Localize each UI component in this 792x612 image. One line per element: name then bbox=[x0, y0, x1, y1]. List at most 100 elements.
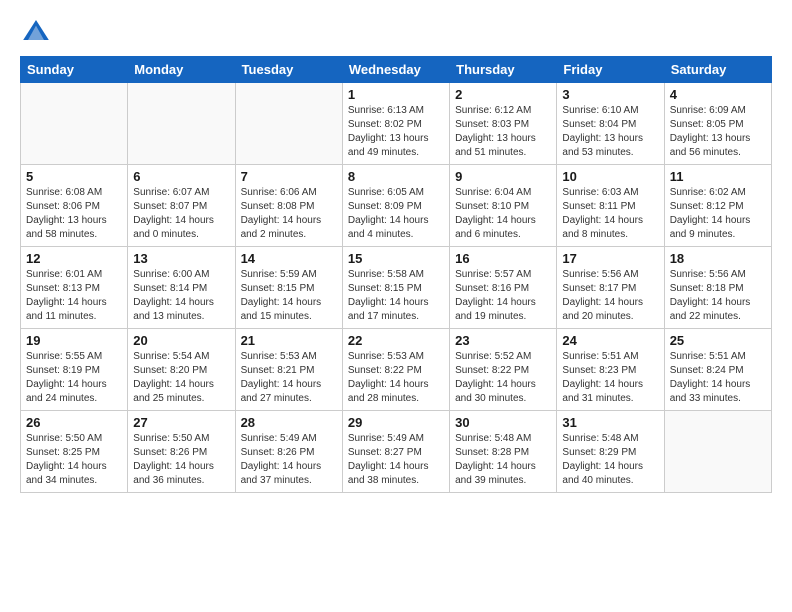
calendar-day-cell: 5 Sunrise: 6:08 AM Sunset: 8:06 PM Daylig… bbox=[21, 165, 128, 247]
calendar-week-row: 5 Sunrise: 6:08 AM Sunset: 8:06 PM Daylig… bbox=[21, 165, 772, 247]
day-info: Sunrise: 6:09 AM Sunset: 8:05 PM Dayligh… bbox=[670, 104, 766, 160]
day-info: Sunrise: 5:58 AM Sunset: 8:15 PM Dayligh… bbox=[348, 268, 444, 324]
calendar-day-cell: 1Sunrise: 6:13 AM Sunset: 8:02 PM Daylig… bbox=[342, 83, 449, 165]
calendar-day-cell: 29 Sunrise: 5:49 AM Sunset: 8:27 PM Dayli… bbox=[342, 411, 449, 493]
day-number: 8 bbox=[348, 169, 444, 184]
day-number: 20 bbox=[133, 333, 229, 348]
day-number: 26 bbox=[26, 415, 122, 430]
day-info: Sunrise: 5:59 AM Sunset: 8:15 PM Dayligh… bbox=[241, 268, 337, 324]
day-info: Sunrise: 5:50 AM Sunset: 8:25 PM Dayligh… bbox=[26, 432, 122, 488]
day-number: 10 bbox=[562, 169, 658, 184]
day-header-friday: Friday bbox=[557, 57, 664, 83]
calendar-day-cell bbox=[21, 83, 128, 165]
day-info: Sunrise: 6:01 AM Sunset: 8:13 PM Dayligh… bbox=[26, 268, 122, 324]
calendar-week-row: 1Sunrise: 6:13 AM Sunset: 8:02 PM Daylig… bbox=[21, 83, 772, 165]
day-info: Sunrise: 5:56 AM Sunset: 8:17 PM Dayligh… bbox=[562, 268, 658, 324]
logo-icon bbox=[20, 16, 52, 48]
calendar-day-cell: 28Sunrise: 5:49 AM Sunset: 8:26 PM Dayli… bbox=[235, 411, 342, 493]
calendar-day-cell: 18Sunrise: 5:56 AM Sunset: 8:18 PM Dayli… bbox=[664, 247, 771, 329]
calendar-day-cell: 17 Sunrise: 5:56 AM Sunset: 8:17 PM Dayli… bbox=[557, 247, 664, 329]
calendar-header-row: SundayMondayTuesdayWednesdayThursdayFrid… bbox=[21, 57, 772, 83]
day-info: Sunrise: 5:52 AM Sunset: 8:22 PM Dayligh… bbox=[455, 350, 551, 406]
calendar-day-cell: 11Sunrise: 6:02 AM Sunset: 8:12 PM Dayli… bbox=[664, 165, 771, 247]
calendar-day-cell: 4 Sunrise: 6:09 AM Sunset: 8:05 PM Daylig… bbox=[664, 83, 771, 165]
calendar-week-row: 19Sunrise: 5:55 AM Sunset: 8:19 PM Dayli… bbox=[21, 329, 772, 411]
day-number: 22 bbox=[348, 333, 444, 348]
day-info: Sunrise: 6:12 AM Sunset: 8:03 PM Dayligh… bbox=[455, 104, 551, 160]
day-number: 23 bbox=[455, 333, 551, 348]
day-info: Sunrise: 5:53 AM Sunset: 8:22 PM Dayligh… bbox=[348, 350, 444, 406]
day-number: 19 bbox=[26, 333, 122, 348]
day-info: Sunrise: 6:10 AM Sunset: 8:04 PM Dayligh… bbox=[562, 104, 658, 160]
day-number: 5 bbox=[26, 169, 122, 184]
day-number: 30 bbox=[455, 415, 551, 430]
day-info: Sunrise: 5:54 AM Sunset: 8:20 PM Dayligh… bbox=[133, 350, 229, 406]
calendar-day-cell: 24 Sunrise: 5:51 AM Sunset: 8:23 PM Dayli… bbox=[557, 329, 664, 411]
day-header-monday: Monday bbox=[128, 57, 235, 83]
calendar-day-cell: 20 Sunrise: 5:54 AM Sunset: 8:20 PM Dayli… bbox=[128, 329, 235, 411]
day-number: 24 bbox=[562, 333, 658, 348]
day-number: 12 bbox=[26, 251, 122, 266]
calendar-day-cell: 2Sunrise: 6:12 AM Sunset: 8:03 PM Daylig… bbox=[450, 83, 557, 165]
calendar-day-cell: 23 Sunrise: 5:52 AM Sunset: 8:22 PM Dayli… bbox=[450, 329, 557, 411]
day-number: 3 bbox=[562, 87, 658, 102]
day-info: Sunrise: 5:48 AM Sunset: 8:29 PM Dayligh… bbox=[562, 432, 658, 488]
calendar-day-cell: 12 Sunrise: 6:01 AM Sunset: 8:13 PM Dayli… bbox=[21, 247, 128, 329]
day-info: Sunrise: 6:03 AM Sunset: 8:11 PM Dayligh… bbox=[562, 186, 658, 242]
calendar-day-cell bbox=[128, 83, 235, 165]
day-info: Sunrise: 6:05 AM Sunset: 8:09 PM Dayligh… bbox=[348, 186, 444, 242]
calendar-day-cell: 15 Sunrise: 5:58 AM Sunset: 8:15 PM Dayli… bbox=[342, 247, 449, 329]
calendar-day-cell bbox=[235, 83, 342, 165]
day-info: Sunrise: 5:49 AM Sunset: 8:26 PM Dayligh… bbox=[241, 432, 337, 488]
day-number: 17 bbox=[562, 251, 658, 266]
calendar-day-cell: 25 Sunrise: 5:51 AM Sunset: 8:24 PM Dayli… bbox=[664, 329, 771, 411]
calendar-day-cell: 6 Sunrise: 6:07 AM Sunset: 8:07 PM Daylig… bbox=[128, 165, 235, 247]
calendar-table: SundayMondayTuesdayWednesdayThursdayFrid… bbox=[20, 56, 772, 493]
day-info: Sunrise: 5:48 AM Sunset: 8:28 PM Dayligh… bbox=[455, 432, 551, 488]
day-number: 9 bbox=[455, 169, 551, 184]
day-info: Sunrise: 6:08 AM Sunset: 8:06 PM Dayligh… bbox=[26, 186, 122, 242]
day-info: Sunrise: 5:50 AM Sunset: 8:26 PM Dayligh… bbox=[133, 432, 229, 488]
day-number: 6 bbox=[133, 169, 229, 184]
day-number: 21 bbox=[241, 333, 337, 348]
day-number: 25 bbox=[670, 333, 766, 348]
calendar-day-cell: 3 Sunrise: 6:10 AM Sunset: 8:04 PM Daylig… bbox=[557, 83, 664, 165]
day-number: 4 bbox=[670, 87, 766, 102]
page-header bbox=[20, 16, 772, 48]
day-number: 27 bbox=[133, 415, 229, 430]
day-info: Sunrise: 6:06 AM Sunset: 8:08 PM Dayligh… bbox=[241, 186, 337, 242]
day-info: Sunrise: 6:04 AM Sunset: 8:10 PM Dayligh… bbox=[455, 186, 551, 242]
day-info: Sunrise: 5:51 AM Sunset: 8:24 PM Dayligh… bbox=[670, 350, 766, 406]
day-info: Sunrise: 5:51 AM Sunset: 8:23 PM Dayligh… bbox=[562, 350, 658, 406]
calendar-day-cell: 9 Sunrise: 6:04 AM Sunset: 8:10 PM Daylig… bbox=[450, 165, 557, 247]
calendar-day-cell: 26 Sunrise: 5:50 AM Sunset: 8:25 PM Dayli… bbox=[21, 411, 128, 493]
calendar-day-cell: 21 Sunrise: 5:53 AM Sunset: 8:21 PM Dayli… bbox=[235, 329, 342, 411]
day-header-tuesday: Tuesday bbox=[235, 57, 342, 83]
day-number: 18 bbox=[670, 251, 766, 266]
logo bbox=[20, 16, 56, 48]
calendar-day-cell: 30 Sunrise: 5:48 AM Sunset: 8:28 PM Dayli… bbox=[450, 411, 557, 493]
calendar-day-cell: 19Sunrise: 5:55 AM Sunset: 8:19 PM Dayli… bbox=[21, 329, 128, 411]
day-info: Sunrise: 5:57 AM Sunset: 8:16 PM Dayligh… bbox=[455, 268, 551, 324]
calendar-day-cell: 31Sunrise: 5:48 AM Sunset: 8:29 PM Dayli… bbox=[557, 411, 664, 493]
calendar-day-cell bbox=[664, 411, 771, 493]
day-number: 11 bbox=[670, 169, 766, 184]
calendar-day-cell: 27 Sunrise: 5:50 AM Sunset: 8:26 PM Dayli… bbox=[128, 411, 235, 493]
calendar-week-row: 12 Sunrise: 6:01 AM Sunset: 8:13 PM Dayli… bbox=[21, 247, 772, 329]
day-info: Sunrise: 5:53 AM Sunset: 8:21 PM Dayligh… bbox=[241, 350, 337, 406]
day-number: 13 bbox=[133, 251, 229, 266]
day-number: 14 bbox=[241, 251, 337, 266]
calendar-day-cell: 16 Sunrise: 5:57 AM Sunset: 8:16 PM Dayli… bbox=[450, 247, 557, 329]
calendar-week-row: 26 Sunrise: 5:50 AM Sunset: 8:25 PM Dayli… bbox=[21, 411, 772, 493]
day-header-wednesday: Wednesday bbox=[342, 57, 449, 83]
day-info: Sunrise: 6:07 AM Sunset: 8:07 PM Dayligh… bbox=[133, 186, 229, 242]
calendar-day-cell: 13 Sunrise: 6:00 AM Sunset: 8:14 PM Dayli… bbox=[128, 247, 235, 329]
calendar-day-cell: 14 Sunrise: 5:59 AM Sunset: 8:15 PM Dayli… bbox=[235, 247, 342, 329]
day-number: 29 bbox=[348, 415, 444, 430]
day-header-thursday: Thursday bbox=[450, 57, 557, 83]
day-number: 15 bbox=[348, 251, 444, 266]
day-info: Sunrise: 5:49 AM Sunset: 8:27 PM Dayligh… bbox=[348, 432, 444, 488]
day-info: Sunrise: 6:00 AM Sunset: 8:14 PM Dayligh… bbox=[133, 268, 229, 324]
day-number: 16 bbox=[455, 251, 551, 266]
day-info: Sunrise: 6:13 AM Sunset: 8:02 PM Dayligh… bbox=[348, 104, 444, 160]
